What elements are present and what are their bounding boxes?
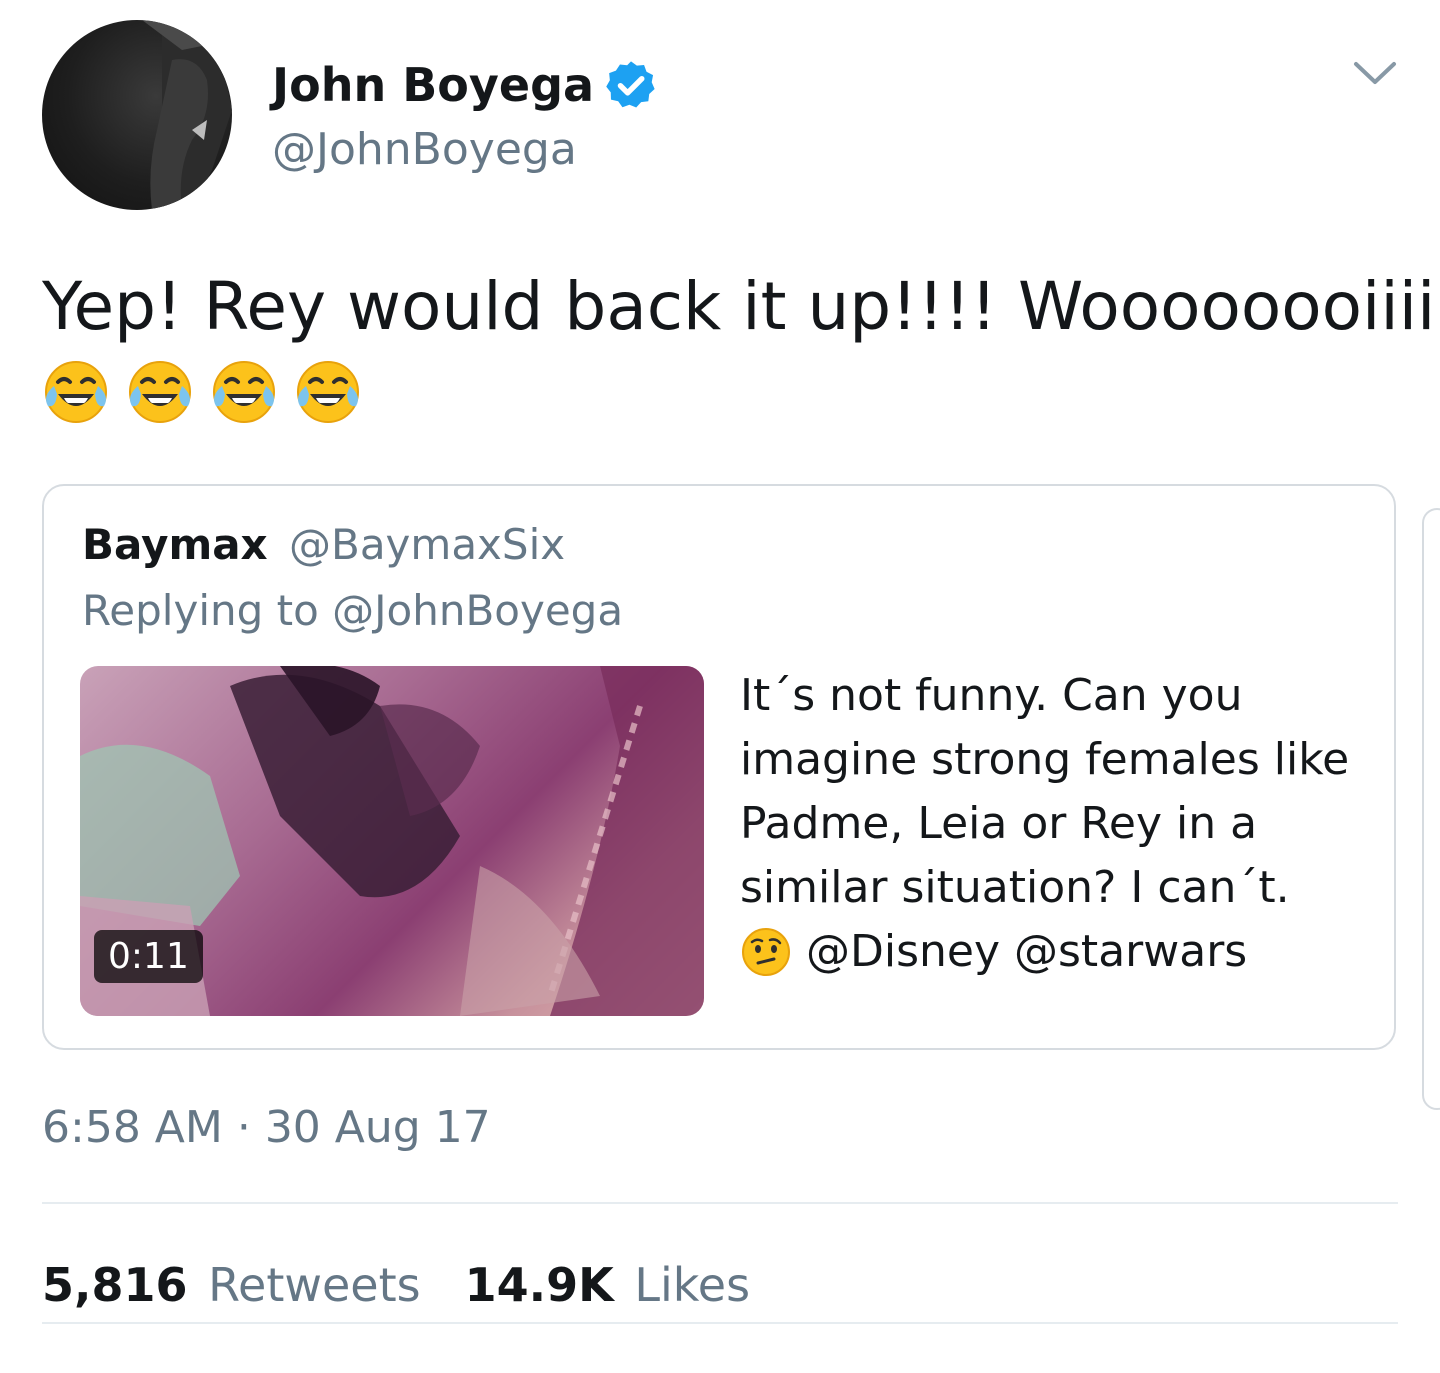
quoted-text-line: Padme, Leia or Rey in a — [740, 798, 1258, 849]
confused-face-icon — [742, 928, 790, 976]
video-duration-badge: 0:11 — [94, 930, 203, 983]
author-name[interactable]: John Boyega — [272, 58, 594, 112]
avatar-photo — [142, 20, 232, 210]
quoted-author-handle: @BaymaxSix — [289, 520, 566, 569]
replying-to-mention[interactable]: @JohnBoyega — [332, 586, 623, 635]
quoted-author-name: Baymax — [82, 520, 268, 569]
quoted-tweet-card[interactable]: Baymax @BaymaxSix Replying to @JohnBoyeg… — [42, 484, 1396, 1050]
quoted-text-line: imagine strong females like — [740, 734, 1350, 785]
quoted-mentions[interactable]: @Disney @starwars — [806, 920, 1247, 984]
tweet-timestamp[interactable]: 6:58 AM · 30 Aug 17 — [42, 1102, 491, 1153]
face-with-tears-of-joy-icon — [297, 361, 359, 423]
retweets-stat[interactable]: 5,816 Retweets — [42, 1258, 421, 1312]
quoted-text-line: similar situation? I can´t. — [740, 862, 1290, 913]
retweets-count: 5,816 — [42, 1258, 188, 1312]
divider — [42, 1202, 1398, 1204]
tweet-stats: 5,816 Retweets 14.9K Likes — [42, 1258, 750, 1312]
face-with-tears-of-joy-icon — [213, 361, 275, 423]
face-with-tears-of-joy-icon — [45, 361, 107, 423]
quoted-tweet-header: Baymax @BaymaxSix — [82, 520, 565, 569]
quoted-tweet-text: It´s not funny. Can you imagine strong f… — [740, 664, 1380, 984]
face-with-tears-of-joy-icon — [129, 361, 191, 423]
likes-stat[interactable]: 14.9K Likes — [465, 1258, 750, 1312]
quoted-text-line: It´s not funny. Can you — [740, 670, 1243, 721]
quoted-text-mentions-line: @Disney @starwars — [740, 920, 1380, 984]
scrollbar[interactable] — [1422, 508, 1440, 1110]
likes-count: 14.9K — [464, 1258, 614, 1312]
author-handle[interactable]: @JohnBoyega — [272, 124, 577, 175]
replying-to-line: Replying to @JohnBoyega — [82, 586, 623, 635]
divider — [42, 1322, 1398, 1324]
chevron-down-icon[interactable] — [1352, 58, 1398, 88]
tweet-emoji-row — [40, 356, 364, 428]
tweet-text: Yep! Rey would back it up!!!! Woooooooii… — [42, 268, 1440, 345]
profile-avatar[interactable] — [42, 20, 232, 210]
likes-label: Likes — [634, 1258, 751, 1312]
author-name-row[interactable]: John Boyega — [272, 58, 658, 112]
verified-badge-icon — [606, 61, 655, 108]
video-thumbnail[interactable]: 0:11 — [80, 666, 704, 1016]
replying-to-prefix: Replying to — [82, 586, 319, 635]
retweets-label: Retweets — [208, 1258, 421, 1312]
